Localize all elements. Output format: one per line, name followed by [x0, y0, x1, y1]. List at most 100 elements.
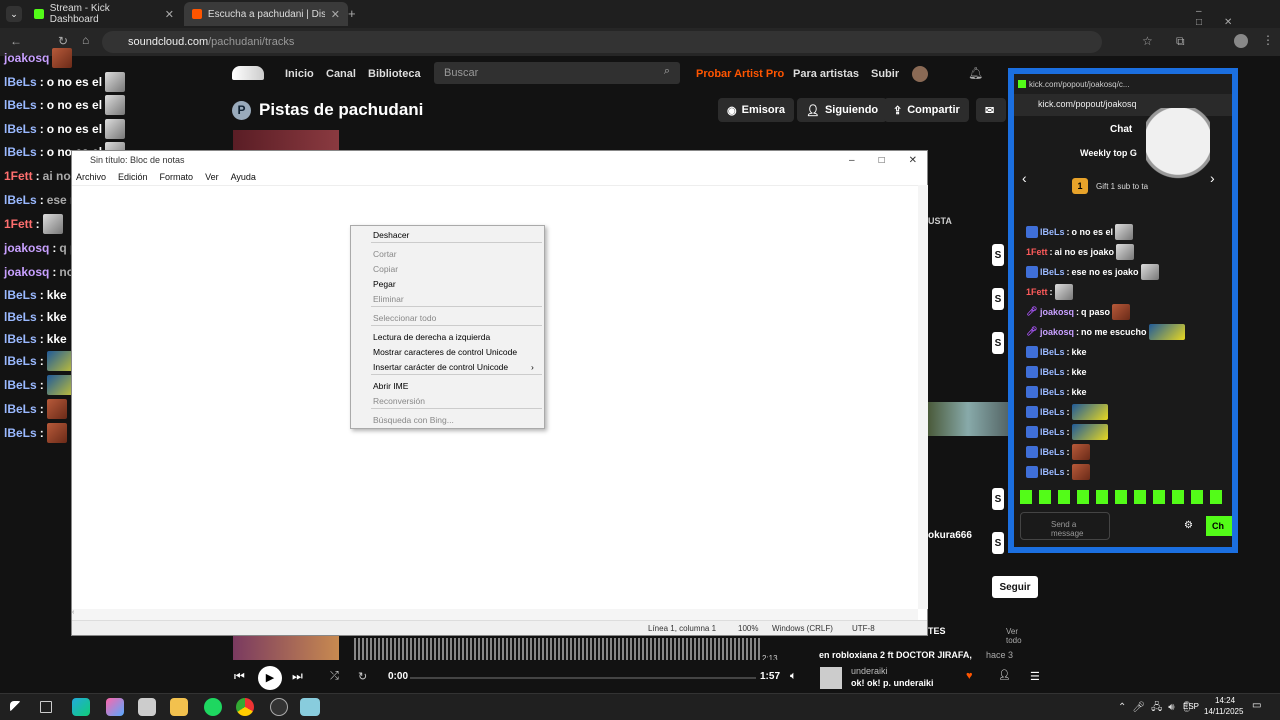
sidebar-item-text[interactable]: en robloxiana 2 ft DOCTOR JIRAFA,	[819, 650, 972, 660]
kick-chat-user[interactable]: lBeLs	[1040, 447, 1065, 457]
context-menu-item[interactable]: Eliminar	[373, 292, 404, 306]
chat-send-button[interactable]: Ch	[1206, 516, 1232, 536]
volume-icon[interactable]: 🔈︎	[790, 670, 797, 683]
minimize-icon[interactable]: –	[849, 155, 855, 166]
now-playing-artwork[interactable]	[820, 667, 842, 689]
next-arrow-icon[interactable]: ›	[1210, 170, 1215, 186]
next-icon[interactable]: ⏭	[292, 669, 303, 684]
follow-button-1[interactable]: S	[992, 244, 1004, 266]
menu-archivo[interactable]: Archivo	[76, 172, 106, 182]
context-menu-item[interactable]: Lectura de derecha a izquierda	[373, 330, 490, 344]
notepad-taskbar-icon[interactable]	[300, 698, 320, 716]
context-menu-item[interactable]: Reconversión	[373, 394, 425, 408]
kick-chat-user[interactable]: lBeLs	[1040, 347, 1065, 357]
context-menu-item[interactable]: Cortar	[373, 247, 397, 261]
follow-button-3[interactable]: S	[992, 332, 1004, 354]
context-menu-item[interactable]: Búsqueda con Bing...	[373, 413, 454, 427]
obs-icon[interactable]	[270, 698, 288, 716]
play-button[interactable]: ▶	[258, 666, 282, 690]
now-playing-artist[interactable]: underaiki	[851, 666, 888, 676]
heart-icon[interactable]: ♥	[966, 670, 973, 682]
repeat-icon[interactable]: ↻	[358, 670, 367, 683]
kick-chat-user[interactable]: 1Fett	[1026, 247, 1048, 257]
search-icon[interactable]: ⌕	[664, 65, 670, 78]
explorer-icon[interactable]	[170, 698, 188, 716]
previous-icon[interactable]: ⏮	[234, 669, 245, 684]
tab-soundcloud[interactable]: Escucha a pachudani | Disfruta ✕	[184, 2, 348, 26]
notification-icon[interactable]: ▭	[1252, 700, 1261, 711]
user-avatar[interactable]	[912, 66, 928, 82]
kick-chat-user[interactable]: lBeLs	[1040, 407, 1065, 417]
follow-button-4[interactable]: S	[992, 488, 1004, 510]
menu-edicion[interactable]: Edición	[118, 172, 148, 182]
back-icon[interactable]: ←	[10, 34, 22, 48]
now-playing-title[interactable]: ok! ok! p. underaiki	[851, 678, 934, 688]
gift-sub-label[interactable]: Gift 1 sub to ta	[1096, 182, 1148, 191]
home-icon[interactable]: ⌂	[82, 33, 89, 47]
tab-list-button[interactable]: ⌄	[6, 6, 22, 22]
compartir-button[interactable]: ⇪ Compartir	[884, 98, 969, 122]
kick-chat-user[interactable]: lBeLs	[1040, 267, 1065, 277]
menu-formato[interactable]: Formato	[160, 172, 194, 182]
context-menu-item[interactable]: Pegar	[373, 277, 396, 291]
context-menu-item[interactable]: Mostrar caracteres de control Unicode	[373, 345, 517, 359]
close-icon[interactable]: ✕	[909, 155, 917, 166]
progress-bar[interactable]	[410, 677, 756, 679]
prev-arrow-icon[interactable]: ‹	[1022, 170, 1027, 186]
kick-chat-user[interactable]: 1Fett	[1026, 287, 1048, 297]
waveform[interactable]	[354, 638, 760, 660]
reload-icon[interactable]: ↻	[58, 34, 68, 48]
shuffle-icon[interactable]: ⤮	[330, 670, 339, 683]
sidebar-avatars[interactable]	[928, 402, 1008, 436]
language-indicator[interactable]: ESP	[1183, 702, 1199, 711]
bookmark-star-icon[interactable]: ☆	[1142, 34, 1153, 48]
emisora-button[interactable]: ◉ Emisora	[718, 98, 795, 122]
nav-canal[interactable]: Canal	[326, 68, 356, 80]
seguir-button[interactable]: Seguir	[992, 576, 1038, 598]
probar-artist-pro-link[interactable]: Probar Artist Pro	[696, 68, 784, 80]
bell-icon[interactable]: 🔔︎	[968, 66, 983, 80]
notepad-titlebar[interactable]: Sin título: Bloc de notas – □ ✕	[72, 151, 927, 169]
kick-chat-user[interactable]: lBeLs	[1040, 227, 1065, 237]
queue-icon[interactable]: ☰	[1030, 670, 1040, 683]
clock-time[interactable]: 14:24	[1215, 696, 1235, 705]
message-button[interactable]: ✉	[976, 98, 1006, 122]
profile-avatar[interactable]	[1234, 34, 1248, 48]
spotify-icon[interactable]	[204, 698, 222, 716]
vertical-scrollbar[interactable]	[918, 185, 928, 609]
para-artistas-link[interactable]: Para artistas	[793, 68, 859, 80]
context-menu-item[interactable]: Copiar	[373, 262, 398, 276]
close-icon[interactable]: ✕	[331, 8, 340, 21]
menu-icon[interactable]: ⋮	[1262, 33, 1274, 47]
kick-chat-user[interactable]: lBeLs	[1040, 367, 1065, 377]
extensions-icon[interactable]: ⧉	[1176, 34, 1185, 49]
sidebar-username[interactable]: okura666	[928, 530, 972, 541]
menu-ayuda[interactable]: Ayuda	[231, 172, 256, 182]
chrome-icon[interactable]	[236, 698, 254, 716]
siguiendo-button[interactable]: 👤︎ Siguiendo	[797, 98, 888, 122]
close-icon[interactable]: ✕	[165, 8, 174, 21]
windows-start-icon[interactable]	[10, 701, 22, 713]
kick-chat-user[interactable]: joakosq	[1040, 327, 1074, 337]
subir-link[interactable]: Subir	[871, 68, 899, 80]
nav-biblioteca[interactable]: Biblioteca	[368, 68, 421, 80]
kick-chat-user[interactable]: lBeLs	[1040, 427, 1065, 437]
task-view-icon[interactable]	[40, 701, 52, 713]
context-menu-item[interactable]: Abrir IME	[373, 379, 408, 393]
kick-chat-user[interactable]: joakosq	[1040, 307, 1074, 317]
tab-kick-dashboard[interactable]: Stream - Kick Dashboard ✕	[26, 2, 182, 26]
follow-button-2[interactable]: S	[992, 288, 1004, 310]
store-icon[interactable]	[138, 698, 156, 716]
nav-inicio[interactable]: Inicio	[285, 68, 314, 80]
chat-input[interactable]: Send a message	[1020, 512, 1110, 540]
track-artwork-bottom[interactable]	[233, 636, 339, 662]
kick-chat-user[interactable]: lBeLs	[1040, 467, 1065, 477]
url-bar[interactable]: soundcloud.com/pachudani/tracks	[102, 31, 1102, 53]
ver-todo-link[interactable]: Ver todo	[1006, 627, 1022, 645]
clock-date[interactable]: 14/11/2025	[1204, 707, 1243, 716]
search-input[interactable]: Buscar ⌕	[434, 62, 680, 84]
follow-button-5[interactable]: S	[992, 532, 1004, 554]
new-tab-button[interactable]: +	[348, 6, 356, 21]
maximize-icon[interactable]: □	[879, 155, 885, 166]
context-menu-item[interactable]: Insertar carácter de control Unicode	[373, 360, 508, 374]
